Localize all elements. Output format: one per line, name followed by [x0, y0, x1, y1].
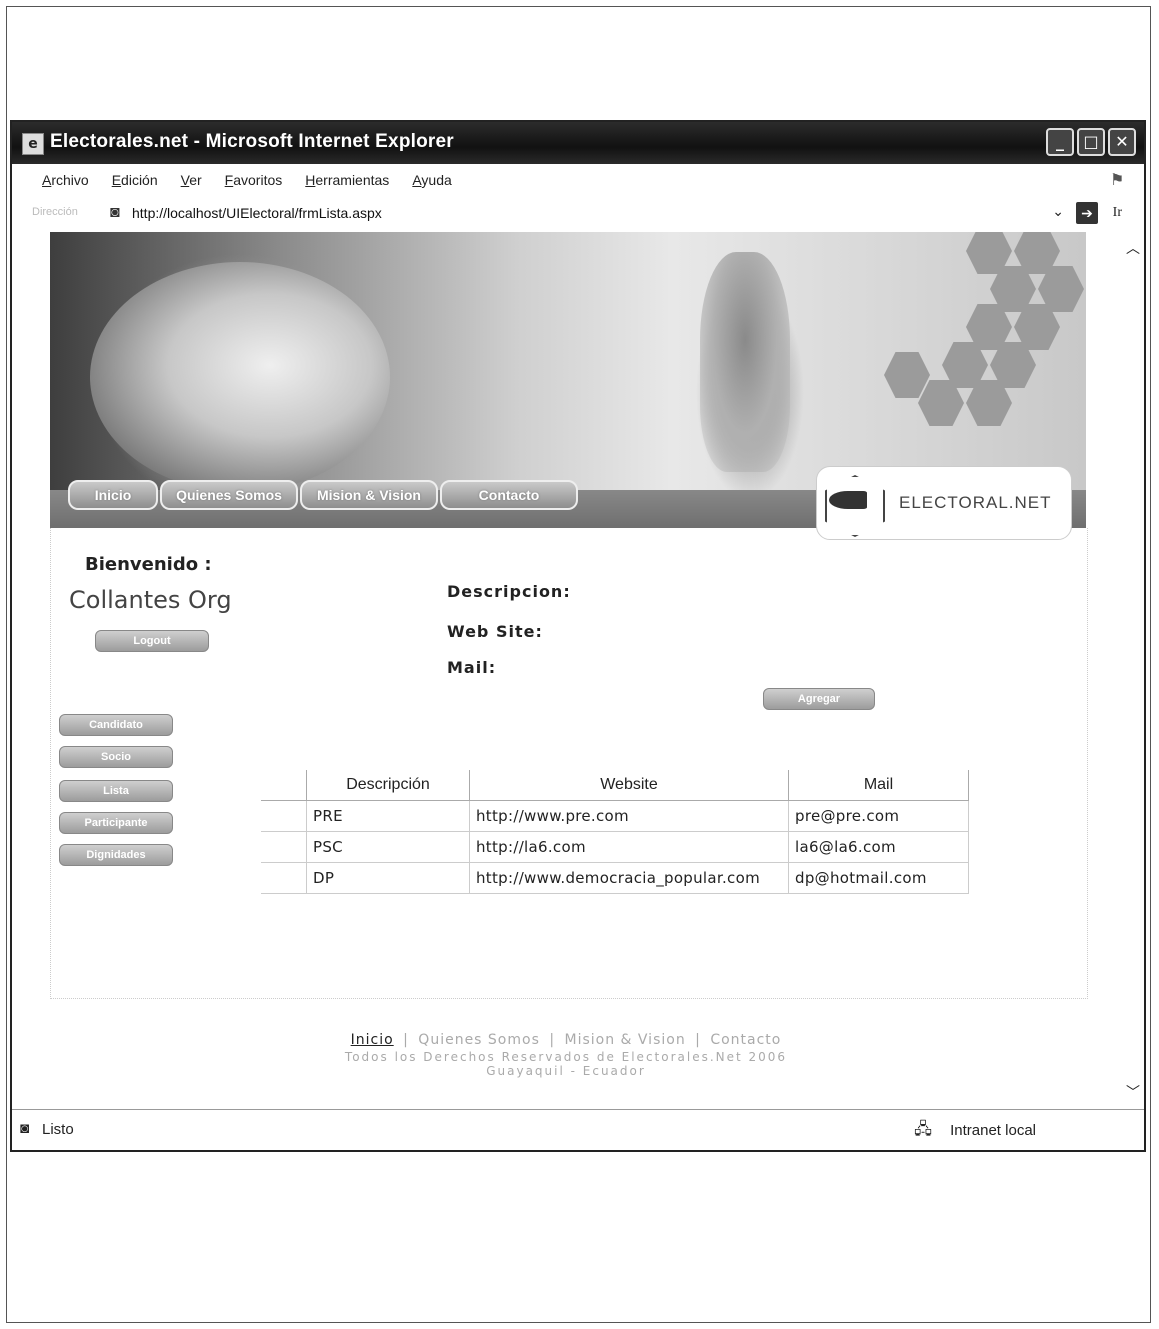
banner-woman-image: [90, 262, 390, 492]
mail-label: Mail:: [447, 658, 497, 677]
logout-button[interactable]: Logout: [95, 630, 209, 652]
footer-location: Guayaquil - Ecuador: [486, 1064, 646, 1078]
windows-flag-icon: ⚑: [1110, 172, 1125, 189]
row-select-cell[interactable]: [261, 862, 307, 894]
column-header-website: Website: [469, 770, 789, 801]
title-bar: e Electorales.net - Microsoft Internet E…: [12, 122, 1144, 164]
ie-icon: e: [22, 133, 44, 155]
menu-ver[interactable]: Ver: [181, 172, 202, 188]
intranet-zone-icon: 🖧: [914, 1121, 932, 1138]
nav-mision-vision[interactable]: Mision & Vision: [300, 480, 438, 510]
cell-mail: dp@hotmail.com: [788, 862, 969, 894]
page-icon: ◙: [110, 204, 120, 221]
cell-website: http://www.pre.com: [469, 800, 789, 832]
scroll-down-icon[interactable]: ﹀: [1126, 1082, 1140, 1102]
sidebar-item-dignidades[interactable]: Dignidades: [59, 844, 173, 866]
grid-header-row: Descripción Website Mail: [261, 770, 969, 801]
footer-link-inicio[interactable]: Inicio: [351, 1032, 394, 1048]
scroll-up-icon[interactable]: ︿: [1126, 238, 1140, 258]
minimize-button[interactable]: _: [1046, 128, 1074, 156]
menu-ayuda[interactable]: Ayuda: [412, 172, 451, 188]
address-input[interactable]: http://localhost/UIElectoral/frmLista.as…: [132, 205, 382, 221]
go-arrow-icon[interactable]: ➔: [1076, 202, 1098, 224]
close-button[interactable]: ✕: [1108, 128, 1136, 156]
footer-link-contacto[interactable]: Contacto: [710, 1032, 781, 1048]
browser-window: e Electorales.net - Microsoft Internet E…: [10, 120, 1146, 1152]
footer-separator: |: [549, 1032, 556, 1048]
sidebar-item-participante[interactable]: Participante: [59, 812, 173, 834]
content-area: Bienvenido : Collantes Org Logout Candid…: [50, 528, 1088, 999]
row-select-cell[interactable]: [261, 831, 307, 863]
page-status-icon: ◙: [20, 1120, 30, 1137]
sidebar-item-socio[interactable]: Socio: [59, 746, 173, 768]
zone-text: Intranet local: [950, 1122, 1036, 1139]
footer-link-mision-vision[interactable]: Mision & Vision: [565, 1032, 686, 1048]
site-footer: Inicio | Quienes Somos | Mision & Vision…: [12, 1032, 1120, 1078]
menu-edicion[interactable]: Edición: [112, 172, 158, 188]
banner-man-image: [700, 252, 790, 472]
vertical-scrollbar[interactable]: ︿ ﹀: [1120, 232, 1144, 1110]
logo-text: ELECTORAL.NET: [899, 493, 1052, 512]
cell-website: http://la6.com: [469, 831, 789, 863]
address-label: Dirección: [32, 206, 78, 218]
status-text: Listo: [42, 1121, 74, 1138]
website-label: Web Site:: [447, 622, 543, 641]
ballot-logo-icon: [829, 491, 867, 509]
go-button[interactable]: Ir: [1113, 205, 1122, 221]
descripcion-label: Descripcion:: [447, 582, 571, 601]
hexagon-decoration: [884, 352, 930, 398]
window-title: Electorales.net - Microsoft Internet Exp…: [50, 131, 454, 152]
add-button[interactable]: Agregar: [763, 688, 875, 710]
page-viewport: Inicio Quienes Somos Mision & Vision Con…: [12, 232, 1144, 1110]
select-column-header: [261, 770, 307, 801]
username-label: Collantes Org: [69, 586, 232, 614]
nav-quienes-somos[interactable]: Quienes Somos: [160, 480, 298, 510]
menu-favoritos[interactable]: Favoritos: [225, 172, 283, 188]
site-container: Inicio Quienes Somos Mision & Vision Con…: [50, 232, 1088, 1002]
cell-website: http://www.democracia_popular.com: [469, 862, 789, 894]
column-header-descripcion: Descripción: [306, 770, 470, 801]
column-header-mail: Mail: [788, 770, 969, 801]
cell-descripcion: DP: [306, 862, 470, 894]
footer-links: Inicio | Quienes Somos | Mision & Vision…: [12, 1032, 1120, 1048]
nav-inicio[interactable]: Inicio: [68, 480, 158, 510]
nav-contacto[interactable]: Contacto: [440, 480, 578, 510]
footer-rights: Todos los Derechos Reservados de Elector…: [344, 1050, 788, 1064]
welcome-label: Bienvenido :: [85, 554, 212, 575]
footer-separator: |: [695, 1032, 701, 1048]
sidebar-item-lista[interactable]: Lista: [59, 780, 173, 802]
menu-archivo[interactable]: Archivo: [42, 172, 89, 188]
menu-herramientas[interactable]: Herramientas: [305, 172, 389, 188]
menu-bar: Archivo Edición Ver Favoritos Herramient…: [12, 164, 1144, 196]
table-row[interactable]: PSC http://la6.com la6@la6.com: [261, 831, 969, 863]
maximize-button[interactable]: □: [1077, 128, 1105, 156]
row-select-cell[interactable]: [261, 800, 307, 832]
lista-grid: Descripción Website Mail PRE http://www.…: [261, 770, 969, 894]
table-row[interactable]: DP http://www.democracia_popular.com dp@…: [261, 862, 969, 894]
address-bar: Dirección ◙ http://localhost/UIElectoral…: [12, 196, 1144, 233]
footer-separator: |: [403, 1032, 409, 1048]
cell-descripcion: PSC: [306, 831, 470, 863]
cell-descripcion: PRE: [306, 800, 470, 832]
table-row[interactable]: PRE http://www.pre.com pre@pre.com: [261, 800, 969, 832]
chevron-down-icon[interactable]: ⌄: [1052, 203, 1064, 220]
footer-link-quienes-somos[interactable]: Quienes Somos: [418, 1032, 540, 1048]
status-bar: ◙ Listo 🖧 Intranet local: [12, 1109, 1144, 1150]
cell-mail: la6@la6.com: [788, 831, 969, 863]
sidebar-item-candidato[interactable]: Candidato: [59, 714, 173, 736]
cell-mail: pre@pre.com: [788, 800, 969, 832]
